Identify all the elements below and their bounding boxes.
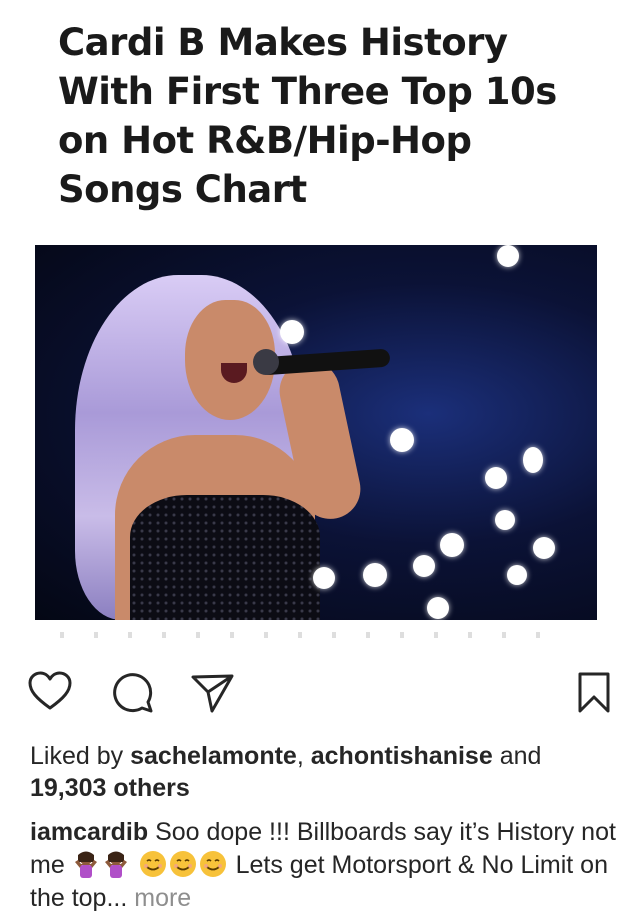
- article-card[interactable]: Cardi B Makes History With First Three T…: [0, 0, 640, 656]
- bokeh-light: [363, 563, 387, 587]
- bokeh-light: [427, 597, 449, 619]
- comment-icon: [113, 673, 153, 713]
- likes-others-count[interactable]: 19,303 others: [30, 774, 190, 802]
- bokeh-light: [497, 245, 519, 267]
- bokeh-light: [390, 428, 414, 452]
- bokeh-light: [533, 537, 555, 559]
- action-bar: [0, 660, 640, 722]
- woman-shrugging-emoji: [74, 851, 97, 878]
- likes-separator: ,: [296, 742, 304, 770]
- bokeh-light: [413, 555, 435, 577]
- instagram-post: Cardi B Makes History With First Three T…: [0, 0, 640, 917]
- photo-dress: [130, 495, 320, 620]
- bokeh-light: [523, 447, 543, 473]
- microphone-head: [253, 349, 279, 375]
- caption-username[interactable]: iamcardib: [30, 818, 148, 846]
- liked-by-user[interactable]: sachelamonte: [130, 742, 297, 770]
- liked-by-user[interactable]: achontishanise: [311, 742, 493, 770]
- more-link[interactable]: more: [134, 884, 191, 912]
- smiling-face-emoji: [169, 851, 196, 877]
- bokeh-light: [440, 533, 464, 557]
- smiling-face-emoji: [139, 851, 166, 877]
- woman-shrugging-emoji: [104, 851, 127, 878]
- likes-and: and: [499, 742, 542, 770]
- like-button[interactable]: [26, 668, 74, 716]
- post-caption: iamcardib Soo dope !!! Billboards say it…: [30, 816, 620, 915]
- comment-button[interactable]: [108, 668, 156, 716]
- paper-plane-icon: [191, 674, 234, 713]
- bokeh-light: [485, 467, 507, 489]
- article-headline: Cardi B Makes History With First Three T…: [58, 21, 557, 211]
- likes-summary[interactable]: Liked by sachelamonte, achontishanise an…: [30, 740, 620, 804]
- save-button[interactable]: [570, 668, 618, 716]
- smiling-face-emoji: [199, 851, 226, 877]
- photo-credit-line: [60, 632, 560, 638]
- share-button[interactable]: [188, 668, 236, 716]
- heart-icon: [28, 671, 72, 710]
- bokeh-light: [313, 567, 335, 589]
- bookmark-icon: [578, 672, 610, 713]
- bokeh-light: [495, 510, 515, 530]
- bokeh-light: [280, 320, 304, 344]
- likes-prefix: Liked by: [30, 742, 124, 770]
- article-photo[interactable]: [35, 245, 597, 620]
- bokeh-light: [507, 565, 527, 585]
